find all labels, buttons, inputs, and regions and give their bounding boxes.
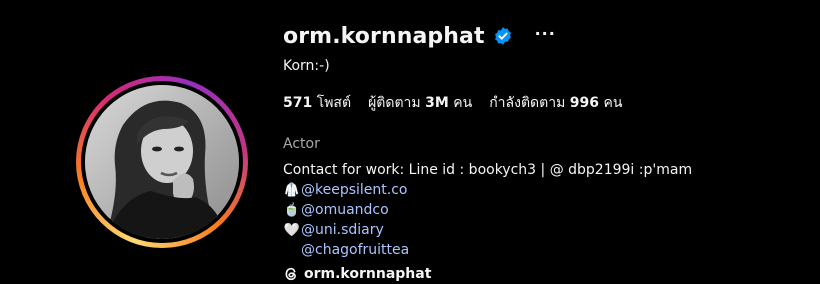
followers-stat[interactable]: ผู้ติดตาม 3M คน — [368, 92, 472, 114]
avatar-photo — [85, 85, 239, 239]
followers-unit: คน — [453, 95, 473, 111]
bio-link-line: 🍵@omuandco — [283, 200, 692, 220]
posts-label: โพสต์ — [316, 95, 352, 111]
profile-category: Actor — [283, 136, 320, 152]
following-count: 996 — [569, 95, 599, 111]
posts-count: 571 — [283, 95, 313, 111]
full-name: Korn:-) — [283, 58, 330, 74]
bio-link-line: @chagofruittea — [283, 240, 692, 260]
mention-chagofruittea[interactable]: @chagofruittea — [301, 242, 409, 258]
followers-label: ผู้ติดตาม — [368, 95, 421, 111]
white-heart-emoji-icon: 🤍 — [283, 223, 301, 238]
profile-stats: 571 โพสต์ ผู้ติดตาม 3M คน กำลังติดตาม 99… — [283, 92, 622, 114]
more-options-button[interactable]: ··· — [531, 24, 560, 43]
mention-omuandco[interactable]: @omuandco — [301, 202, 389, 218]
bio: Contact for work: Line id : bookych3 | @… — [283, 160, 692, 260]
followers-count: 3M — [425, 95, 449, 111]
heels-emoji-icon: 🥼 — [283, 183, 301, 198]
username-row: orm.kornnaphat ··· — [283, 18, 560, 54]
threads-handle: orm.kornnaphat — [304, 266, 432, 282]
username[interactable]: orm.kornnaphat — [283, 24, 485, 49]
verified-badge-icon — [494, 27, 511, 45]
avatar-gap — [81, 81, 243, 243]
threads-icon — [285, 267, 296, 281]
posts-stat[interactable]: 571 โพสต์ — [283, 92, 351, 114]
following-unit: คน — [603, 95, 623, 111]
following-label: กำลังติดตาม — [489, 95, 566, 111]
bio-link-line: 🥼@keepsilent.co — [283, 180, 692, 200]
mention-uni-sdiary[interactable]: @uni.sdiary — [301, 222, 384, 238]
tea-emoji-icon: 🍵 — [283, 203, 301, 218]
following-stat[interactable]: กำลังติดตาม 996 คน — [489, 92, 622, 114]
bio-contact: Contact for work: Line id : bookych3 | @… — [283, 162, 693, 178]
bio-link-line: 🤍@uni.sdiary — [283, 220, 692, 240]
mention-keepsilent[interactable]: @keepsilent.co — [301, 182, 407, 198]
avatar-photo-icon — [85, 85, 239, 239]
avatar[interactable] — [76, 76, 248, 248]
threads-link[interactable]: orm.kornnaphat — [283, 266, 431, 282]
